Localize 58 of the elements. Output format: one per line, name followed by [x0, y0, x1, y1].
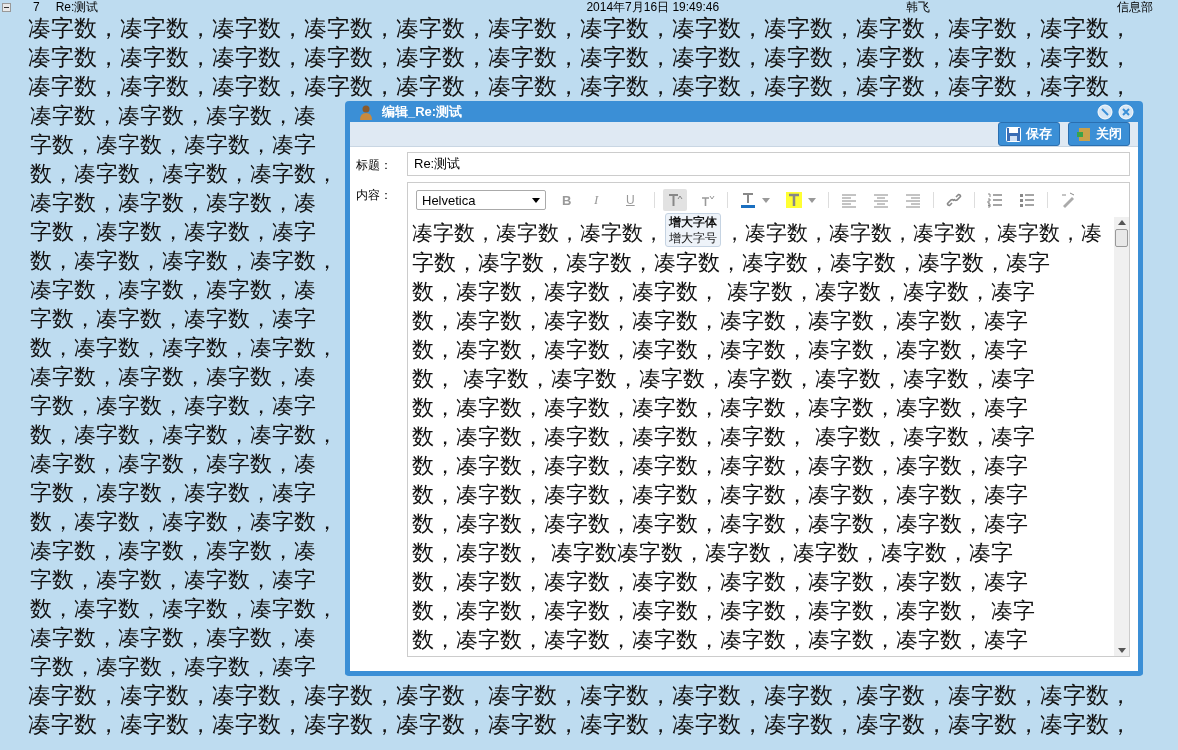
background-text: 字数，凑字数，凑字数，凑字	[30, 392, 317, 420]
department-text: 信息部	[1117, 0, 1154, 16]
tooltip-title: 增大字体	[669, 215, 717, 229]
subject-text: Re:测试	[55, 0, 99, 16]
background-text: 凑字数，凑字数，凑字数，凑字数，凑字数，凑字数，凑字数，凑字数，凑字数，凑字数，凑字数，凑字数，	[28, 43, 1133, 72]
background-text: 字数，凑字数，凑字数，凑字	[30, 479, 317, 507]
background-text: 数，凑字数，凑字数，凑字数，	[30, 334, 339, 362]
editor-text: 数，凑字数，凑字数，凑字数，凑字数，凑字数，凑字数，凑字	[412, 568, 1029, 596]
background-text: 凑字数，凑字数，凑字数，凑	[30, 102, 317, 130]
tooltip-text: 增大字号	[669, 231, 717, 245]
background-text: 凑字数，凑字数，凑字数，凑	[30, 189, 317, 217]
font-dropdown[interactable]: Helvetica	[416, 190, 546, 210]
editor-text: 凑字数，凑字数，凑字数，	[412, 221, 664, 245]
background-text: 凑字数，凑字数，凑字数，凑	[30, 450, 317, 478]
background-text: 字数，凑字数，凑字数，凑字	[30, 305, 317, 333]
background-text: 凑字数，凑字数，凑字数，凑	[30, 363, 317, 391]
editor-text: 数，凑字数， 凑字数凑字数，凑字数，凑字数，凑字数，凑字	[412, 539, 1014, 567]
background-text: 字数，凑字数，凑字数，凑字	[30, 653, 317, 681]
editor-text: 字数，凑字数，凑字数，凑字数，凑字数，凑字数，凑字数，凑字	[412, 249, 1051, 277]
background-text: 凑字数，凑字数，凑字数，凑	[30, 624, 317, 652]
close-button[interactable]: 关闭	[1068, 122, 1130, 146]
editor-text: 数， 凑字数，凑字数，凑字数，凑字数，凑字数，凑字数，凑字	[412, 365, 1036, 393]
editor-text: ，凑字数，凑字数，凑字数，凑字数，凑	[724, 221, 1102, 245]
editor-text: 数，凑字数，凑字数，凑字数，凑字数，凑字数，凑字数，凑字	[412, 452, 1029, 480]
background-text: 字数，凑字数，凑字数，凑字	[30, 218, 317, 246]
editor-text: 数，凑字数，凑字数，凑字数，凑字数，凑字数，凑字数，凑字	[412, 394, 1029, 422]
background-text: 数，凑字数，凑字数，凑字数，	[30, 247, 339, 275]
editor-text: 数，凑字数，凑字数，凑字数，凑字数，凑字数，凑字数，凑字	[412, 481, 1029, 509]
background-text: 字数，凑字数，凑字数，凑字	[30, 566, 317, 594]
editor-text: 数，凑字数，凑字数，凑字数，凑字数，凑字数，凑字数， 凑字	[412, 597, 1036, 625]
datetime-text: 2014年7月16日 19:49:46	[586, 0, 720, 16]
background-text: 凑字数，凑字数，凑字数，凑字数，凑字数，凑字数，凑字数，凑字数，凑字数，凑字数，凑字数，凑字数，	[28, 681, 1133, 710]
editor-text: 数，凑字数，凑字数，凑字数， 凑字数，凑字数，凑字数，凑字	[412, 278, 1036, 306]
editor-text: 数，凑字数，凑字数，凑字数，凑字数，凑字数，凑字数，凑字	[412, 307, 1029, 335]
italic-button[interactable]: I	[590, 190, 614, 210]
background-text: 凑字数，凑字数，凑字数，凑字数，凑字数，凑字数，凑字数，凑字数，凑字数，凑字数，凑字数，凑字数，	[28, 72, 1133, 101]
bold-button[interactable]: B	[558, 190, 582, 210]
row-number: 7	[33, 0, 40, 14]
background-text: 字数，凑字数，凑字数，凑字	[30, 131, 317, 159]
save-button[interactable]: 保存	[998, 122, 1060, 146]
background-text: 凑字数，凑字数，凑字数，凑字数，凑字数，凑字数，凑字数，凑字数，凑字数，凑字数，凑字数，凑字数，	[28, 710, 1133, 739]
background-text: 数，凑字数，凑字数，凑字数，	[30, 595, 339, 623]
background-text: 数，凑字数，凑字数，凑字数，	[30, 160, 339, 188]
editor-text: 数，凑字数，凑字数，凑字数，凑字数， 凑字数，凑字数，凑字	[412, 423, 1036, 451]
field-label: 内容：	[356, 187, 393, 204]
background-text: 凑字数，凑字数，凑字数，凑字数，凑字数，凑字数，凑字数，凑字数，凑字数，凑字数，凑字数，凑字数，	[28, 14, 1133, 43]
background-text: 凑字数，凑字数，凑字数，凑	[30, 276, 317, 304]
underline-button[interactable]: U	[622, 191, 646, 209]
background-text: 数，凑字数，凑字数，凑字数，	[30, 508, 339, 536]
background-text: 数，凑字数，凑字数，凑字数，	[30, 421, 339, 449]
editor-text: 数，凑字数，凑字数，凑字数，凑字数，凑字数，凑字数，凑字	[412, 626, 1029, 654]
title-field[interactable]: Re:测试	[407, 152, 1130, 176]
dialog-title: 编辑_Re:测试	[382, 102, 464, 121]
user-name: 韩飞	[906, 0, 931, 16]
background-text: 凑字数，凑字数，凑字数，凑	[30, 537, 317, 565]
editor-text: 数，凑字数，凑字数，凑字数，凑字数，凑字数，凑字数，凑字	[412, 336, 1029, 364]
field-label: 标题：	[356, 157, 393, 174]
editor-text: 数，凑字数，凑字数，凑字数，凑字数，凑字数，凑字数，凑字	[412, 510, 1029, 538]
